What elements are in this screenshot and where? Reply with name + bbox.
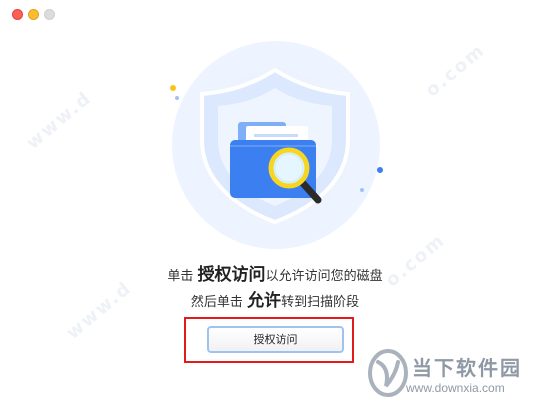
minimize-window-button[interactable]: [28, 9, 39, 20]
site-watermark: 当下软件园 www.downxia.com: [362, 346, 542, 402]
decor-dot: [175, 96, 179, 100]
zoom-window-button[interactable]: [44, 9, 55, 20]
instruction-text: 单击: [167, 269, 198, 284]
instruction-line-2: 然后单击 允许转到扫描阶段: [0, 288, 550, 314]
instruction-emphasis: 允许: [247, 291, 282, 311]
instruction-emphasis: 授权访问: [197, 265, 266, 285]
brand-url: www.downxia.com: [406, 381, 505, 395]
decor-dot: [170, 85, 176, 91]
title-bar: [0, 0, 550, 28]
instruction-text: 转到扫描阶段: [281, 295, 360, 310]
authorize-access-button[interactable]: 授权访问: [207, 326, 344, 353]
app-window: www.d www.d o.com o.com 单击 授权访问以允许访问您的磁盘…: [0, 0, 550, 412]
decor-dot: [377, 167, 383, 173]
instructions: 单击 授权访问以允许访问您的磁盘 然后单击 允许转到扫描阶段: [0, 262, 550, 314]
close-window-button[interactable]: [12, 9, 23, 20]
decor-dot: [360, 188, 364, 192]
disk-access-illustration: [170, 41, 383, 249]
instruction-line-1: 单击 授权访问以允许访问您的磁盘: [0, 262, 550, 288]
instruction-text: 然后单击: [190, 295, 248, 310]
instruction-text: 以允许访问您的磁盘: [265, 269, 383, 284]
background-watermark: www.d: [22, 87, 97, 154]
brand-name: 当下软件园: [412, 356, 522, 380]
background-watermark: o.com: [421, 39, 490, 102]
brand-logo-icon: [368, 349, 408, 397]
